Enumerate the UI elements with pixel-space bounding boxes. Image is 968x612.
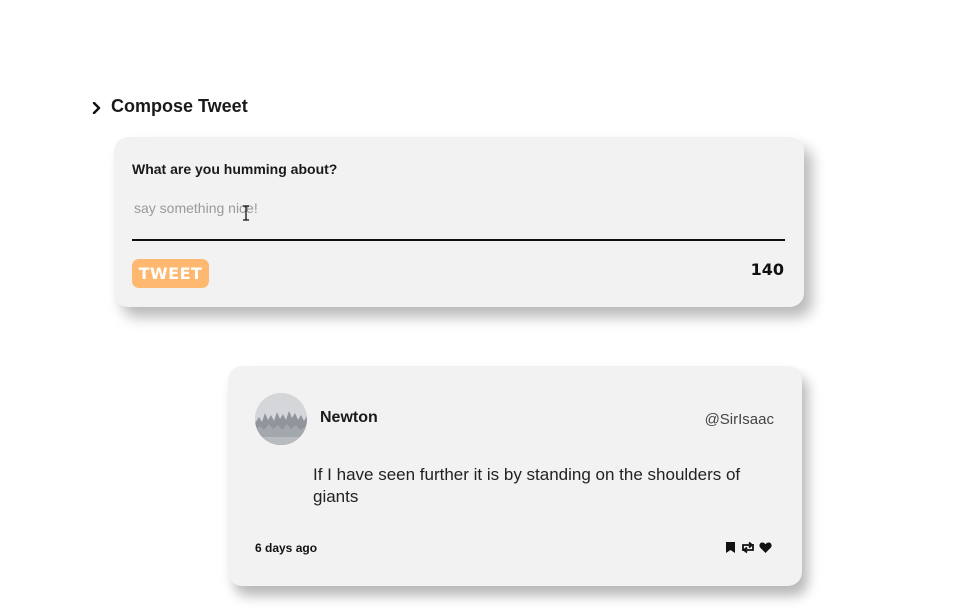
compose-section-header[interactable]: Compose Tweet [92, 96, 248, 117]
author-name: Newton [320, 409, 378, 426]
author-handle: @SirIsaac [704, 411, 774, 428]
chevron-right-icon [92, 101, 101, 114]
tweet-text: If I have seen further it is by standing… [313, 465, 741, 506]
page: Compose Tweet What are you humming about… [0, 0, 968, 612]
compose-label: What are you humming about? [132, 161, 338, 177]
tweet-actions [724, 541, 772, 554]
section-title: Compose Tweet [111, 96, 248, 116]
retweet-icon[interactable] [740, 541, 756, 554]
char-counter: 140 [750, 260, 784, 279]
tweet-card: Newton @SirIsaac If I have seen further … [228, 366, 802, 586]
heart-icon[interactable] [759, 541, 772, 554]
avatar[interactable] [255, 393, 307, 445]
tweet-timestamp: 6 days ago [255, 541, 318, 555]
compose-input[interactable] [132, 189, 785, 241]
tweet-button[interactable]: TWEET [132, 259, 209, 288]
text-cursor-icon [242, 205, 250, 221]
flag-icon[interactable] [724, 541, 737, 554]
compose-card: What are you humming about? TWEET 140 [114, 137, 804, 307]
